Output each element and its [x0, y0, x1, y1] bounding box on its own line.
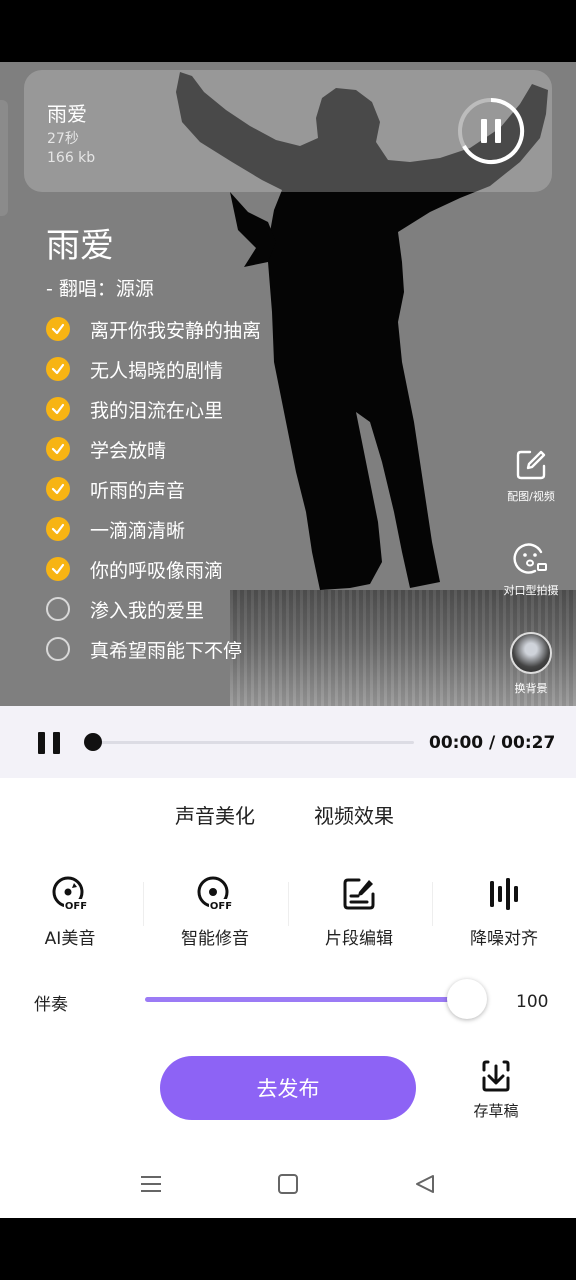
tool-clip-edit[interactable]: 片段编辑: [299, 874, 419, 949]
side-tool-label: 对口型拍摄: [503, 584, 559, 597]
progress-knob[interactable]: [84, 733, 102, 751]
lyric-line[interactable]: 我的泪流在心里: [46, 396, 223, 422]
ai-voice-off-icon: OFF: [52, 876, 88, 912]
tool-ai-voice[interactable]: OFF AI美音: [10, 874, 130, 949]
auto-tune-off-icon: OFF: [197, 876, 233, 912]
unchecked-circle-icon[interactable]: [46, 597, 70, 621]
check-icon[interactable]: [46, 517, 70, 541]
left-drawer-handle[interactable]: [0, 100, 8, 216]
bottom-black-bar: [0, 1218, 576, 1280]
check-icon[interactable]: [46, 317, 70, 341]
lyric-line[interactable]: 一滴滴清晰: [46, 516, 185, 542]
download-icon: [482, 1060, 510, 1092]
song-pause-ring-icon[interactable]: [456, 96, 526, 166]
song-card-title: 雨爱: [47, 102, 87, 126]
tool-label: 片段编辑: [325, 929, 393, 949]
song-info-card: 雨爱 27秒 166 kb: [24, 70, 552, 192]
check-icon[interactable]: [46, 437, 70, 461]
edit-icon: [516, 450, 546, 480]
divider: [288, 882, 289, 926]
lyric-text: 我的泪流在心里: [90, 399, 224, 422]
playback-bar: 00:00 / 00:27: [0, 706, 576, 778]
tool-label: 降噪对齐: [470, 929, 538, 949]
lyric-line[interactable]: 学会放晴: [46, 436, 166, 462]
save-draft-button[interactable]: 存草稿: [466, 1058, 526, 1121]
unchecked-circle-icon[interactable]: [46, 637, 70, 661]
back-icon[interactable]: [414, 1174, 436, 1194]
tool-auto-tune[interactable]: OFF 智能修音: [155, 874, 275, 949]
check-icon[interactable]: [46, 477, 70, 501]
check-icon[interactable]: [46, 397, 70, 421]
status-bar: [0, 0, 576, 62]
lip-sync-icon: [513, 543, 547, 574]
accompaniment-value: 100: [516, 992, 549, 1012]
check-icon[interactable]: [46, 557, 70, 581]
svg-text:OFF: OFF: [210, 901, 232, 912]
tab-video-effects[interactable]: 视频效果: [314, 800, 394, 829]
lyric-line[interactable]: 听雨的声音: [46, 476, 185, 502]
tab-voice-beautify[interactable]: 声音美化: [175, 800, 263, 829]
lyric-line[interactable]: 渗入我的爱里: [46, 596, 204, 622]
side-tool-background[interactable]: 换背景: [493, 632, 569, 696]
denoise-icon: [490, 878, 518, 910]
lyric-line[interactable]: 无人揭晓的剧情: [46, 356, 223, 382]
lyric-text: 听雨的声音: [90, 479, 186, 502]
edit-panel: 声音美化 视频效果 OFF AI美音 OFF 智能修音 片段编辑 降噪对齐 伴奏…: [0, 778, 576, 1218]
song-card-duration: 27秒: [47, 131, 79, 147]
progress-track[interactable]: [94, 741, 414, 744]
tab-label: 声音美化: [175, 804, 255, 828]
side-tool-media[interactable]: 配图/视频: [493, 448, 569, 504]
song-card-size: 166 kb: [47, 150, 96, 166]
lyrics-title: 雨爱: [46, 226, 114, 266]
lyric-text: 一滴滴清晰: [90, 519, 186, 542]
time-display: 00:00 / 00:27: [429, 733, 556, 753]
accompaniment-label: 伴奏: [34, 995, 68, 1015]
lyric-text: 无人揭晓的剧情: [90, 359, 224, 382]
divider: [143, 882, 144, 926]
publish-button[interactable]: 去发布: [160, 1056, 416, 1120]
accompaniment-slider-track[interactable]: [145, 997, 467, 1002]
tool-denoise[interactable]: 降噪对齐: [444, 874, 564, 949]
accompaniment-slider-knob[interactable]: [447, 979, 487, 1019]
side-tool-label: 配图/视频: [507, 490, 555, 503]
clip-edit-icon: [343, 878, 375, 910]
save-draft-label: 存草稿: [473, 1102, 519, 1120]
lyric-text: 学会放晴: [90, 439, 167, 462]
lyric-text: 真希望雨能下不停: [90, 639, 243, 662]
tab-label: 视频效果: [314, 804, 394, 828]
side-tool-label: 换背景: [514, 682, 548, 695]
menu-icon[interactable]: [140, 1174, 162, 1194]
divider: [432, 882, 433, 926]
svg-text:OFF: OFF: [65, 901, 87, 912]
lyric-line[interactable]: 真希望雨能下不停: [46, 636, 242, 662]
lyric-line[interactable]: 你的呼吸像雨滴: [46, 556, 223, 582]
video-preview[interactable]: 雨爱 27秒 166 kb 雨爱 - 翻唱：源源 离开你我安静的抽离 无人揭晓的…: [0, 62, 576, 706]
lyric-text: 渗入我的爱里: [90, 599, 205, 622]
tool-label: AI美音: [44, 929, 96, 949]
lyric-line[interactable]: 离开你我安静的抽离: [46, 316, 261, 342]
cover-singer: - 翻唱：源源: [46, 278, 154, 300]
side-tool-lipsync[interactable]: 对口型拍摄: [493, 540, 569, 598]
lyric-text: 你的呼吸像雨滴: [90, 559, 224, 582]
lyric-text: 离开你我安静的抽离: [90, 319, 262, 342]
pause-button[interactable]: [38, 732, 60, 754]
home-icon[interactable]: [277, 1174, 299, 1194]
background-thumbnail: [510, 632, 552, 674]
tool-label: 智能修音: [181, 929, 249, 949]
check-icon[interactable]: [46, 357, 70, 381]
